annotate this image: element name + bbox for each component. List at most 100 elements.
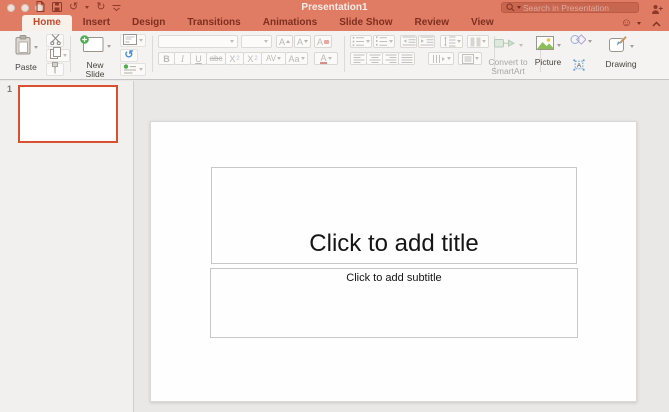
drawing-button[interactable]: Drawing [600, 36, 642, 69]
feedback-caret[interactable] [637, 21, 641, 25]
superscript-button[interactable]: X2 [225, 52, 244, 65]
align-right-button[interactable] [382, 52, 399, 65]
font-color-button[interactable]: A [314, 52, 338, 65]
slide-thumbnail-panel[interactable]: 1 [0, 81, 134, 412]
tab-view[interactable]: View [460, 15, 505, 31]
text-box-button[interactable]: A [570, 58, 588, 71]
picture-button[interactable]: Picture [528, 36, 568, 67]
shrink-font-button[interactable]: A [294, 35, 311, 48]
title-placeholder-text: Click to add title [309, 230, 479, 257]
tab-animations[interactable]: Animations [252, 15, 328, 31]
feedback-smiley-icon[interactable]: ☺ [621, 17, 632, 29]
picture-dropdown-caret[interactable] [556, 44, 561, 47]
font-size-select[interactable] [241, 35, 272, 48]
decrease-indent-icon [402, 36, 415, 46]
smartart-icon [493, 36, 516, 55]
increase-indent-icon [420, 36, 433, 46]
align-left-button[interactable] [350, 52, 367, 65]
font-color-swatch [320, 62, 327, 64]
content-area: 1 Click to add title Click to add subtit… [0, 81, 669, 412]
character-spacing-button[interactable]: AV [261, 52, 286, 65]
shapes-button[interactable] [568, 33, 594, 51]
picture-label: Picture [534, 57, 562, 67]
clear-formatting-button[interactable]: A [314, 35, 332, 48]
italic-button[interactable]: I [174, 52, 191, 65]
svg-text:A: A [577, 62, 582, 69]
layout-icon [123, 32, 137, 50]
title-bar: ↺ ↻ Presentation1 [0, 0, 669, 15]
tab-home[interactable]: Home [22, 15, 72, 31]
search-input[interactable] [523, 2, 634, 13]
text-direction-button[interactable] [428, 52, 454, 65]
change-case-caret [300, 57, 305, 60]
bullets-button[interactable] [350, 35, 372, 48]
shapes-icon [570, 33, 587, 51]
copy-dropdown-caret[interactable] [62, 53, 67, 57]
smartart-caret [518, 44, 523, 47]
grow-font-button[interactable]: A [276, 35, 293, 48]
bold-button[interactable]: B [158, 52, 175, 65]
paste-button[interactable]: Paste [6, 35, 46, 72]
underline-button[interactable]: U [190, 52, 207, 65]
paste-dropdown-caret[interactable] [33, 46, 38, 49]
text-direction-caret [446, 57, 451, 60]
tab-insert[interactable]: Insert [72, 15, 121, 31]
slide-thumbnail-selected[interactable] [18, 85, 118, 143]
subtitle-placeholder[interactable]: Click to add subtitle [210, 268, 578, 338]
text-box-icon: A [573, 58, 585, 71]
bullets-icon [352, 36, 364, 47]
font-name-select[interactable] [158, 35, 238, 48]
editing-canvas[interactable]: Click to add title Click to add subtitle [135, 81, 669, 412]
section-button[interactable] [120, 63, 146, 76]
slide-canvas[interactable]: Click to add title Click to add subtitle [150, 121, 637, 402]
bullets-caret [366, 40, 370, 43]
align-center-icon [369, 54, 380, 63]
format-painter-icon [50, 61, 60, 79]
search-scope-caret[interactable] [517, 6, 521, 9]
align-text-caret [474, 57, 479, 60]
subscript-button[interactable]: X2 [243, 52, 262, 65]
ribbon-tab-bar: Home Insert Design Transitions Animation… [0, 15, 669, 31]
paste-clipboard-icon [15, 35, 31, 60]
change-case-button[interactable]: Aa [285, 52, 308, 65]
search-box[interactable] [501, 2, 639, 13]
drawing-brush-icon [608, 36, 627, 57]
font-color-caret[interactable] [328, 57, 332, 60]
subtitle-placeholder-text: Click to add subtitle [346, 272, 442, 284]
decrease-indent-button[interactable] [400, 35, 417, 48]
character-spacing-caret [277, 57, 282, 60]
align-text-icon [461, 53, 474, 64]
tab-slide-show[interactable]: Slide Show [328, 15, 403, 31]
numbering-button[interactable] [373, 35, 395, 48]
increase-indent-button[interactable] [418, 35, 435, 48]
section-icon [123, 61, 137, 79]
align-center-button[interactable] [366, 52, 383, 65]
line-spacing-button[interactable] [440, 35, 463, 48]
tab-design[interactable]: Design [121, 15, 176, 31]
numbering-icon [376, 36, 387, 46]
align-text-button[interactable] [458, 52, 482, 65]
justify-button[interactable] [398, 52, 415, 65]
title-placeholder[interactable]: Click to add title [211, 167, 577, 264]
new-slide-button[interactable]: New Slide [74, 34, 116, 79]
reset-icon: ↺ [124, 48, 134, 61]
new-slide-dropdown-caret[interactable] [107, 44, 111, 48]
line-spacing-icon [443, 36, 455, 47]
collapse-ribbon-icon[interactable] [652, 14, 661, 32]
group-divider [70, 36, 71, 72]
drawing-dropdown-caret[interactable] [629, 45, 634, 48]
section-dropdown-caret[interactable] [139, 68, 143, 71]
format-painter-button[interactable] [46, 61, 64, 79]
strikethrough-button[interactable]: abc [206, 52, 226, 65]
layout-button[interactable] [120, 32, 146, 50]
layout-dropdown-caret[interactable] [139, 39, 143, 42]
tab-transitions[interactable]: Transitions [176, 15, 251, 31]
paste-label: Paste [15, 62, 37, 72]
align-left-icon [353, 54, 364, 63]
numbering-caret [389, 40, 393, 43]
eraser-icon [324, 39, 329, 44]
tab-review[interactable]: Review [404, 15, 460, 31]
grow-font-icon [286, 40, 290, 43]
align-right-icon [385, 54, 396, 63]
shapes-dropdown-caret[interactable] [588, 40, 592, 43]
